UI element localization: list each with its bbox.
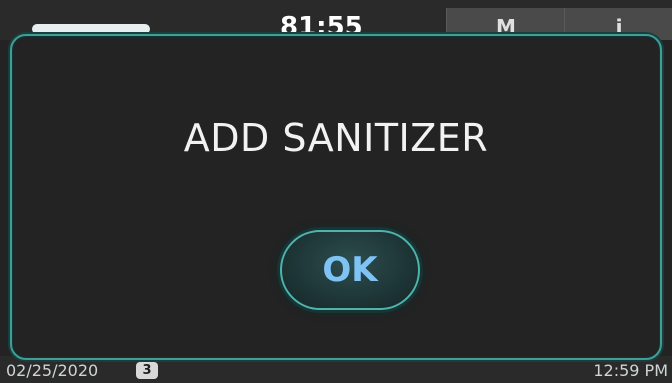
device-screen: 81:55 M i 02/25/2020 3 12:59 PM ADD SANI…: [0, 0, 672, 383]
alert-dialog: ADD SANITIZER OK: [10, 34, 662, 360]
footer-date: 02/25/2020: [6, 361, 99, 380]
notification-badge: 3: [136, 362, 158, 379]
footer-time: 12:59 PM: [593, 361, 668, 380]
dialog-message: ADD SANITIZER: [183, 116, 489, 160]
footer-bar: 02/25/2020 3 12:59 PM: [0, 356, 672, 383]
ok-button[interactable]: OK: [280, 230, 420, 310]
progress-indicator: [32, 24, 150, 34]
